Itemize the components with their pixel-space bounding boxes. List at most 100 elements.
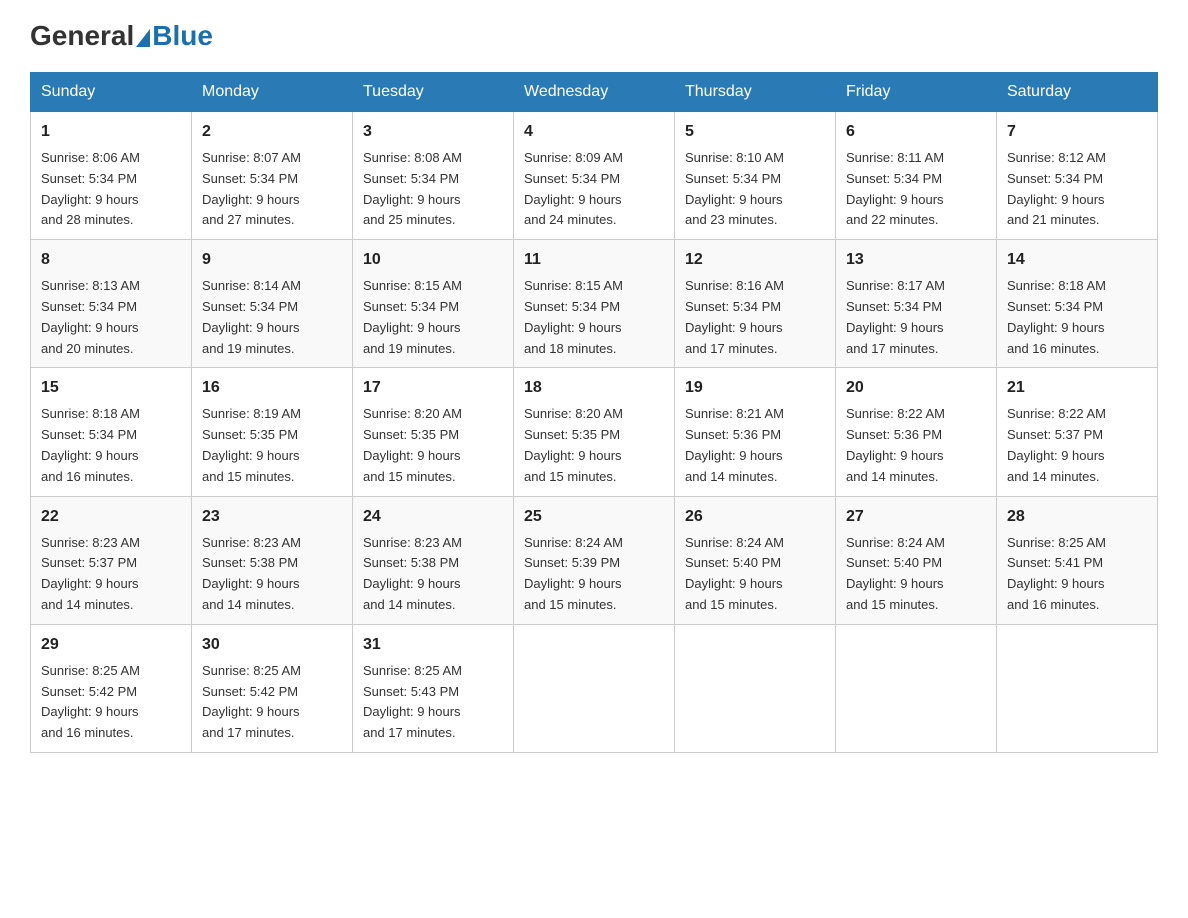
day-number: 24 — [363, 505, 503, 529]
logo-triangle-icon — [136, 29, 150, 47]
day-info: Sunrise: 8:10 AMSunset: 5:34 PMDaylight:… — [685, 150, 784, 227]
day-info: Sunrise: 8:07 AMSunset: 5:34 PMDaylight:… — [202, 150, 301, 227]
logo-blue-text: Blue — [152, 20, 213, 52]
day-info: Sunrise: 8:06 AMSunset: 5:34 PMDaylight:… — [41, 150, 140, 227]
day-number: 19 — [685, 376, 825, 400]
calendar-day-cell: 5 Sunrise: 8:10 AMSunset: 5:34 PMDayligh… — [675, 112, 836, 240]
day-number: 3 — [363, 120, 503, 144]
calendar-day-cell: 8 Sunrise: 8:13 AMSunset: 5:34 PMDayligh… — [31, 240, 192, 368]
day-info: Sunrise: 8:25 AMSunset: 5:41 PMDaylight:… — [1007, 535, 1106, 612]
day-info: Sunrise: 8:19 AMSunset: 5:35 PMDaylight:… — [202, 406, 301, 483]
day-number: 11 — [524, 248, 664, 272]
calendar-day-cell: 11 Sunrise: 8:15 AMSunset: 5:34 PMDaylig… — [514, 240, 675, 368]
day-number: 18 — [524, 376, 664, 400]
day-number: 4 — [524, 120, 664, 144]
calendar-day-cell — [997, 624, 1158, 752]
calendar-day-cell: 22 Sunrise: 8:23 AMSunset: 5:37 PMDaylig… — [31, 496, 192, 624]
calendar-day-cell: 30 Sunrise: 8:25 AMSunset: 5:42 PMDaylig… — [192, 624, 353, 752]
col-thursday: Thursday — [675, 73, 836, 112]
calendar-day-cell: 6 Sunrise: 8:11 AMSunset: 5:34 PMDayligh… — [836, 112, 997, 240]
calendar-day-cell: 12 Sunrise: 8:16 AMSunset: 5:34 PMDaylig… — [675, 240, 836, 368]
calendar-day-cell — [675, 624, 836, 752]
day-info: Sunrise: 8:25 AMSunset: 5:42 PMDaylight:… — [41, 663, 140, 740]
day-number: 21 — [1007, 376, 1147, 400]
day-info: Sunrise: 8:20 AMSunset: 5:35 PMDaylight:… — [363, 406, 462, 483]
day-info: Sunrise: 8:23 AMSunset: 5:38 PMDaylight:… — [363, 535, 462, 612]
day-number: 12 — [685, 248, 825, 272]
day-info: Sunrise: 8:08 AMSunset: 5:34 PMDaylight:… — [363, 150, 462, 227]
day-number: 1 — [41, 120, 181, 144]
day-info: Sunrise: 8:16 AMSunset: 5:34 PMDaylight:… — [685, 278, 784, 355]
day-info: Sunrise: 8:14 AMSunset: 5:34 PMDaylight:… — [202, 278, 301, 355]
calendar-day-cell: 2 Sunrise: 8:07 AMSunset: 5:34 PMDayligh… — [192, 112, 353, 240]
day-info: Sunrise: 8:24 AMSunset: 5:40 PMDaylight:… — [846, 535, 945, 612]
day-number: 14 — [1007, 248, 1147, 272]
day-number: 30 — [202, 633, 342, 657]
day-number: 27 — [846, 505, 986, 529]
calendar-week-row: 22 Sunrise: 8:23 AMSunset: 5:37 PMDaylig… — [31, 496, 1158, 624]
day-info: Sunrise: 8:12 AMSunset: 5:34 PMDaylight:… — [1007, 150, 1106, 227]
calendar-day-cell: 21 Sunrise: 8:22 AMSunset: 5:37 PMDaylig… — [997, 368, 1158, 496]
calendar-day-cell: 17 Sunrise: 8:20 AMSunset: 5:35 PMDaylig… — [353, 368, 514, 496]
calendar-day-cell: 10 Sunrise: 8:15 AMSunset: 5:34 PMDaylig… — [353, 240, 514, 368]
calendar-day-cell: 26 Sunrise: 8:24 AMSunset: 5:40 PMDaylig… — [675, 496, 836, 624]
day-info: Sunrise: 8:15 AMSunset: 5:34 PMDaylight:… — [363, 278, 462, 355]
day-number: 22 — [41, 505, 181, 529]
day-info: Sunrise: 8:25 AMSunset: 5:43 PMDaylight:… — [363, 663, 462, 740]
calendar-day-cell: 4 Sunrise: 8:09 AMSunset: 5:34 PMDayligh… — [514, 112, 675, 240]
col-sunday: Sunday — [31, 73, 192, 112]
day-info: Sunrise: 8:13 AMSunset: 5:34 PMDaylight:… — [41, 278, 140, 355]
day-info: Sunrise: 8:23 AMSunset: 5:37 PMDaylight:… — [41, 535, 140, 612]
day-number: 15 — [41, 376, 181, 400]
day-info: Sunrise: 8:22 AMSunset: 5:37 PMDaylight:… — [1007, 406, 1106, 483]
calendar-day-cell — [836, 624, 997, 752]
calendar-day-cell: 23 Sunrise: 8:23 AMSunset: 5:38 PMDaylig… — [192, 496, 353, 624]
day-number: 20 — [846, 376, 986, 400]
calendar-day-cell: 24 Sunrise: 8:23 AMSunset: 5:38 PMDaylig… — [353, 496, 514, 624]
calendar-day-cell: 13 Sunrise: 8:17 AMSunset: 5:34 PMDaylig… — [836, 240, 997, 368]
day-info: Sunrise: 8:24 AMSunset: 5:40 PMDaylight:… — [685, 535, 784, 612]
calendar-day-cell: 15 Sunrise: 8:18 AMSunset: 5:34 PMDaylig… — [31, 368, 192, 496]
calendar-day-cell: 16 Sunrise: 8:19 AMSunset: 5:35 PMDaylig… — [192, 368, 353, 496]
day-number: 2 — [202, 120, 342, 144]
calendar-week-row: 8 Sunrise: 8:13 AMSunset: 5:34 PMDayligh… — [31, 240, 1158, 368]
day-number: 10 — [363, 248, 503, 272]
calendar-day-cell: 27 Sunrise: 8:24 AMSunset: 5:40 PMDaylig… — [836, 496, 997, 624]
day-info: Sunrise: 8:11 AMSunset: 5:34 PMDaylight:… — [846, 150, 944, 227]
logo-general-text: General — [30, 20, 134, 52]
calendar-day-cell: 29 Sunrise: 8:25 AMSunset: 5:42 PMDaylig… — [31, 624, 192, 752]
calendar-day-cell: 7 Sunrise: 8:12 AMSunset: 5:34 PMDayligh… — [997, 112, 1158, 240]
day-info: Sunrise: 8:18 AMSunset: 5:34 PMDaylight:… — [41, 406, 140, 483]
day-number: 16 — [202, 376, 342, 400]
calendar-header-row: Sunday Monday Tuesday Wednesday Thursday… — [31, 73, 1158, 112]
calendar-table: Sunday Monday Tuesday Wednesday Thursday… — [30, 72, 1158, 753]
calendar-week-row: 15 Sunrise: 8:18 AMSunset: 5:34 PMDaylig… — [31, 368, 1158, 496]
day-info: Sunrise: 8:18 AMSunset: 5:34 PMDaylight:… — [1007, 278, 1106, 355]
calendar-day-cell: 31 Sunrise: 8:25 AMSunset: 5:43 PMDaylig… — [353, 624, 514, 752]
calendar-day-cell: 28 Sunrise: 8:25 AMSunset: 5:41 PMDaylig… — [997, 496, 1158, 624]
col-friday: Friday — [836, 73, 997, 112]
day-info: Sunrise: 8:15 AMSunset: 5:34 PMDaylight:… — [524, 278, 623, 355]
day-number: 13 — [846, 248, 986, 272]
day-number: 28 — [1007, 505, 1147, 529]
day-number: 29 — [41, 633, 181, 657]
calendar-week-row: 1 Sunrise: 8:06 AMSunset: 5:34 PMDayligh… — [31, 112, 1158, 240]
day-info: Sunrise: 8:24 AMSunset: 5:39 PMDaylight:… — [524, 535, 623, 612]
col-tuesday: Tuesday — [353, 73, 514, 112]
day-info: Sunrise: 8:09 AMSunset: 5:34 PMDaylight:… — [524, 150, 623, 227]
col-monday: Monday — [192, 73, 353, 112]
day-info: Sunrise: 8:23 AMSunset: 5:38 PMDaylight:… — [202, 535, 301, 612]
day-info: Sunrise: 8:17 AMSunset: 5:34 PMDaylight:… — [846, 278, 945, 355]
day-number: 8 — [41, 248, 181, 272]
page-header: General Blue — [30, 20, 1158, 52]
day-number: 26 — [685, 505, 825, 529]
day-info: Sunrise: 8:25 AMSunset: 5:42 PMDaylight:… — [202, 663, 301, 740]
logo: General Blue — [30, 20, 213, 52]
day-number: 25 — [524, 505, 664, 529]
day-info: Sunrise: 8:21 AMSunset: 5:36 PMDaylight:… — [685, 406, 784, 483]
calendar-day-cell: 19 Sunrise: 8:21 AMSunset: 5:36 PMDaylig… — [675, 368, 836, 496]
calendar-day-cell: 18 Sunrise: 8:20 AMSunset: 5:35 PMDaylig… — [514, 368, 675, 496]
calendar-day-cell: 1 Sunrise: 8:06 AMSunset: 5:34 PMDayligh… — [31, 112, 192, 240]
calendar-day-cell: 9 Sunrise: 8:14 AMSunset: 5:34 PMDayligh… — [192, 240, 353, 368]
calendar-day-cell — [514, 624, 675, 752]
